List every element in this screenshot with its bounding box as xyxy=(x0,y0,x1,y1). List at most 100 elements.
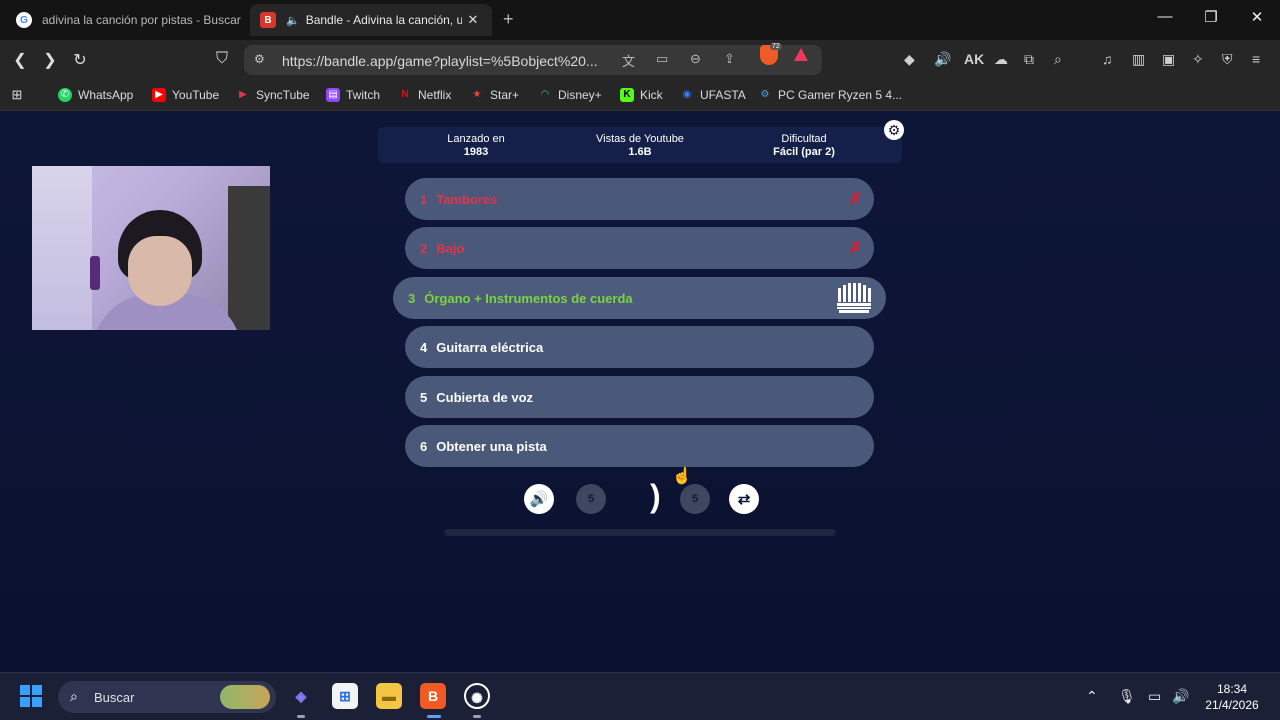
synctube-icon: ▶ xyxy=(239,89,247,100)
share-icon[interactable]: ⇪ xyxy=(724,51,735,67)
webcam-overlay xyxy=(32,166,270,330)
audio-progress-bar[interactable] xyxy=(444,529,836,536)
search-highlight-image xyxy=(220,685,270,709)
site-info-icon[interactable]: ⚙ xyxy=(254,52,265,66)
step-row-2: 2 Bajo ✗ xyxy=(405,227,874,269)
tab-search-icon[interactable]: ⌕ xyxy=(1054,51,1062,68)
minimize-button[interactable]: — xyxy=(1142,8,1188,25)
cast-icon[interactable]: ▭ xyxy=(656,51,668,67)
file-explorer-icon[interactable]: ▬ xyxy=(376,683,402,709)
chatgpt-icon[interactable]: ✺ xyxy=(464,683,490,709)
organ-icon xyxy=(837,283,871,313)
volume-button[interactable]: 🔊 xyxy=(524,484,554,514)
media-icon[interactable]: ♫ xyxy=(1102,51,1113,67)
step-row-3: 3 Órgano + Instrumentos de cuerda xyxy=(393,277,886,319)
star-icon: ★ xyxy=(472,89,482,100)
sidebar-icon[interactable]: ▥ xyxy=(1132,51,1145,68)
wrong-x-icon: ✗ xyxy=(848,191,862,208)
apps-icon[interactable]: ⊞ xyxy=(10,88,30,102)
brave-rewards-icon[interactable] xyxy=(794,48,808,61)
brave-browser-icon[interactable]: B xyxy=(420,683,446,709)
bandle-icon: B xyxy=(260,12,276,28)
vpn-icon[interactable]: ⛨ xyxy=(1222,51,1233,68)
bookmark-icon[interactable]: ⛉ xyxy=(212,50,232,68)
bookmark-disneyplus[interactable]: ◠ Disney+ xyxy=(538,88,602,102)
url-text: https://bandle.app/game?playlist=%5Bobje… xyxy=(282,53,598,69)
close-window-button[interactable]: ✕ xyxy=(1234,8,1280,26)
network-icon[interactable]: ▭ xyxy=(1148,688,1161,705)
reload-button[interactable]: ↻ xyxy=(70,50,90,70)
bookmark-twitch[interactable]: ▤ Twitch xyxy=(326,88,380,102)
browser-tab-bar: G adivina la canción por pistas - Buscar… xyxy=(0,0,1280,40)
step-label: Cubierta de voz xyxy=(436,389,534,405)
skip-button[interactable]: ⇄ xyxy=(729,484,759,514)
show-hidden-icons-chevron[interactable]: ⌃ xyxy=(1086,688,1098,705)
kick-icon: K xyxy=(620,88,634,102)
extension-shield-icon[interactable]: ◆ xyxy=(904,51,915,68)
address-bar[interactable]: ⚙ https://bandle.app/game?playlist=%5Bob… xyxy=(244,45,822,75)
taskbar-search[interactable]: ⌕ Buscar xyxy=(58,681,276,713)
extensions-icon[interactable]: ⧉ xyxy=(1024,51,1034,68)
search-icon: ⌕ xyxy=(70,688,78,704)
menu-icon[interactable]: ≡ xyxy=(1252,51,1260,67)
forward-button[interactable]: ❯ xyxy=(40,50,60,70)
settings-gear-icon[interactable]: ⚙ xyxy=(884,120,904,140)
step-label: Guitarra eléctrica xyxy=(436,339,544,355)
new-tab-button[interactable]: + xyxy=(503,9,514,30)
rewind-5-button[interactable]: 5 xyxy=(576,484,606,514)
start-windows-icon[interactable] xyxy=(20,685,42,707)
back-button[interactable]: ❮ xyxy=(10,50,30,70)
step-row-1: 1 Tambores ✗ xyxy=(405,178,874,220)
bookmark-netflix[interactable]: N Netflix xyxy=(398,88,451,102)
step-label: Obtener una pista xyxy=(436,438,547,454)
leo-ai-icon[interactable]: ✧ xyxy=(1192,51,1204,68)
windows-taskbar: ⌕ Buscar ◈ ⊞ ▬ B ✺ ⌃ 🎙 ▭ 🔊 18:34 21/4/20… xyxy=(0,672,1280,720)
ak-extension-icon[interactable]: AK xyxy=(964,51,984,67)
step-row-5: 5 Cubierta de voz xyxy=(405,376,874,418)
shields-count-badge: 72 xyxy=(770,43,782,50)
speaker-icon[interactable]: 🔈 xyxy=(286,14,300,27)
twitch-icon: ▤ xyxy=(326,88,340,102)
microphone-icon[interactable]: 🎙 xyxy=(1118,688,1136,705)
tab-title: Bandle - Adivina la canción, u xyxy=(305,13,462,27)
forward-5-button[interactable]: 5 xyxy=(680,484,710,514)
microsoft-store-icon[interactable]: ⊞ xyxy=(332,683,358,709)
volume-extension-icon[interactable]: 🔊 xyxy=(934,51,951,68)
translate-icon[interactable]: 文 xyxy=(622,51,635,70)
bookmark-pc-gamer[interactable]: ⚙ PC Gamer Ryzen 5 4... xyxy=(758,88,903,102)
youtube-icon: ▶ xyxy=(152,88,166,102)
step-label: Tambores xyxy=(436,191,498,207)
bookmark-synctube[interactable]: ▶ SyncTube xyxy=(236,88,309,102)
bookmark-whatsapp[interactable]: ✆ WhatsApp xyxy=(58,88,133,102)
tab-google-search[interactable]: G adivina la canción por pistas - Buscar xyxy=(6,4,244,36)
wrong-x-icon: ✗ xyxy=(848,240,862,257)
hint-button[interactable]: 6 Obtener una pista xyxy=(405,425,874,467)
difficulty-info: Dificultad Fácil (par 2) xyxy=(773,133,835,158)
google-icon: G xyxy=(16,12,32,28)
tab-title: adivina la canción por pistas - Buscar xyxy=(42,13,241,27)
restore-button[interactable]: ❐ xyxy=(1188,8,1234,26)
copilot-icon[interactable]: ◈ xyxy=(288,683,314,709)
bandle-page: Lanzado en 1983 Vistas de Youtube 1.6B D… xyxy=(0,112,1280,672)
step-row-4: 4 Guitarra eléctrica xyxy=(405,326,874,368)
pc-gamer-icon: ⚙ xyxy=(760,89,770,100)
tab-bandle[interactable]: B 🔈 Bandle - Adivina la canción, u ✕ xyxy=(250,4,492,36)
close-tab-icon[interactable]: ✕ xyxy=(462,12,484,28)
disney-icon: ◠ xyxy=(540,89,550,100)
bookmarks-bar: ⊞ ✆ WhatsApp ▶ YouTube ▶ SyncTube ▤ Twitch N… xyxy=(0,80,1280,111)
speaker-volume-icon[interactable]: 🔊 xyxy=(1172,688,1189,705)
bookmark-starplus[interactable]: ★ Star+ xyxy=(470,88,520,102)
bookmark-ufasta[interactable]: ◉ UFASTA xyxy=(680,88,746,102)
whatsapp-icon: ✆ xyxy=(58,88,72,102)
ufasta-icon: ◉ xyxy=(682,89,692,100)
play-loading-icon[interactable]: ) xyxy=(650,478,661,515)
zoom-icon[interactable]: ⊖ xyxy=(690,51,701,67)
wallet-icon[interactable]: ▣ xyxy=(1162,51,1175,68)
bookmark-youtube[interactable]: ▶ YouTube xyxy=(152,88,219,102)
bookmark-kick[interactable]: K Kick xyxy=(620,88,663,102)
step-label: Bajo xyxy=(436,240,465,256)
song-info-bar: Lanzado en 1983 Vistas de Youtube 1.6B D… xyxy=(378,127,902,163)
cloud-extension-icon[interactable]: ☁ xyxy=(994,51,1008,68)
system-clock[interactable]: 18:34 21/4/2026 xyxy=(1196,681,1268,713)
youtube-views-info: Vistas de Youtube 1.6B xyxy=(596,133,684,158)
